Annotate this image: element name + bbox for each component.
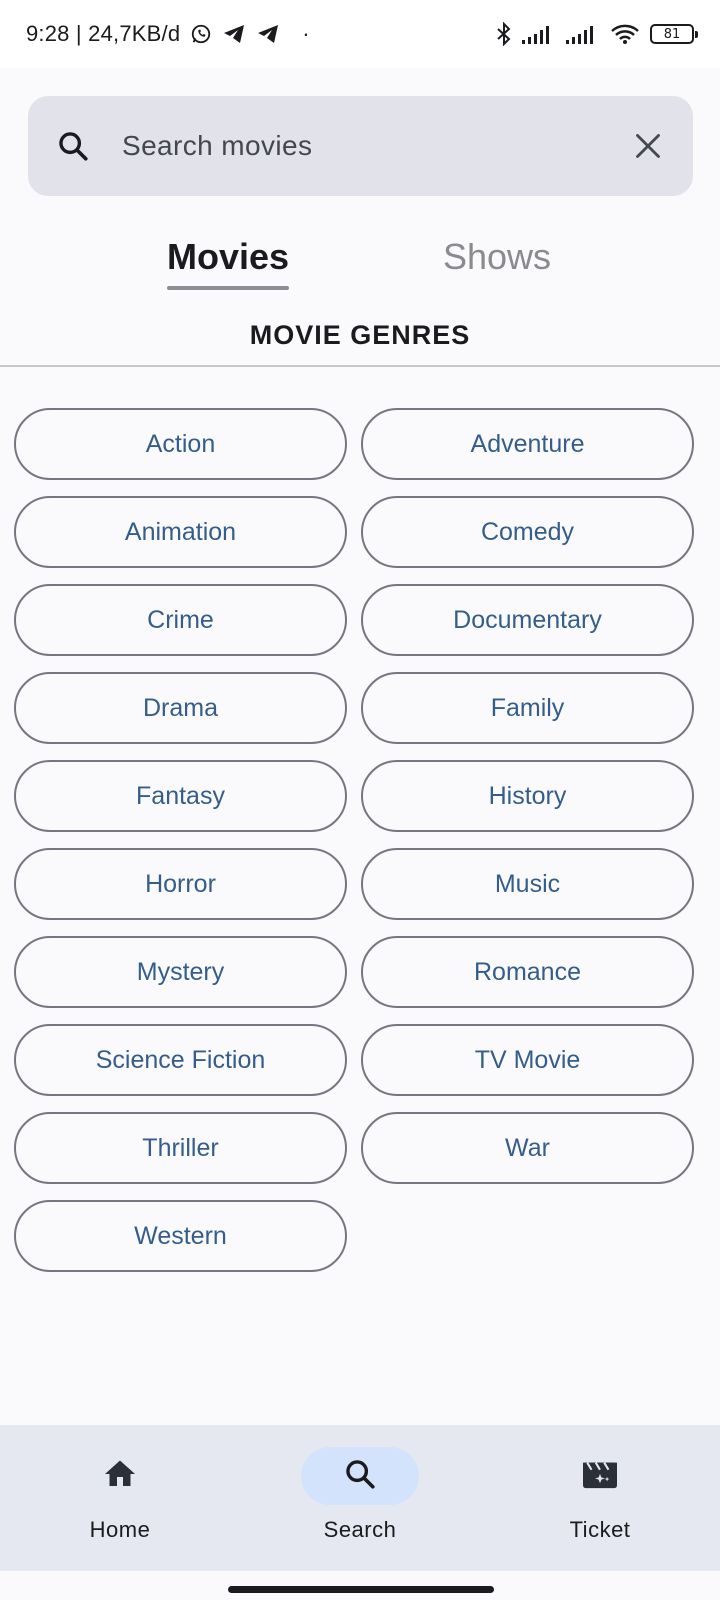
search-bar[interactable] [28,96,693,196]
genres-grid: Action Adventure Animation Comedy Crime … [14,408,694,1272]
nav-item-search[interactable]: Search [240,1425,480,1571]
status-time-info: 9:28 | 24,7KB/d [26,21,181,46]
genre-chip[interactable]: Drama [14,672,347,744]
status-left: 9:28 | 24,7KB/d · [26,21,310,47]
genre-chip[interactable]: TV Movie [361,1024,694,1096]
tab-shows[interactable]: Shows [443,236,551,278]
genre-chip[interactable]: Animation [14,496,347,568]
genre-chip[interactable]: Documentary [361,584,694,656]
telegram-icon [222,23,246,45]
home-indicator[interactable] [228,1586,494,1593]
status-dot: · [302,21,310,46]
genre-chip[interactable]: War [361,1112,694,1184]
genre-chip[interactable]: Comedy [361,496,694,568]
status-right: 81 [496,22,698,46]
nav-icon-container [301,1447,419,1505]
search-icon [54,127,92,165]
bottom-nav: Home Search Ticket [0,1425,720,1571]
search-icon [343,1457,377,1496]
nav-label-search: Search [323,1517,397,1542]
app-screen: 9:28 | 24,7KB/d · 81 Search movies Movie… [0,0,720,1600]
nav-icon-container [61,1447,179,1505]
content-tabs: Movies Shows [0,236,720,292]
genre-chip[interactable]: Action [14,408,347,480]
nav-item-ticket[interactable]: Ticket [480,1425,720,1571]
telegram-icon [256,23,280,45]
status-bar: 9:28 | 24,7KB/d · 81 [0,0,720,68]
search-input[interactable] [122,130,629,162]
wifi-icon [610,23,640,45]
nav-icon-container [541,1447,659,1505]
signal-icon [566,24,600,44]
genre-chip[interactable]: Science Fiction [14,1024,347,1096]
nav-label-home: Home [89,1517,151,1542]
genre-chip[interactable]: Horror [14,848,347,920]
close-icon[interactable] [629,127,667,165]
genre-chip[interactable]: Fantasy [14,760,347,832]
home-icon [102,1456,138,1497]
genre-chip[interactable]: History [361,760,694,832]
genre-chip[interactable]: Romance [361,936,694,1008]
genre-chip[interactable]: Thriller [14,1112,347,1184]
ticket-icon [581,1457,619,1496]
signal-icon [522,24,556,44]
genre-chip[interactable]: Family [361,672,694,744]
tab-movies[interactable]: Movies [167,236,290,290]
nav-item-home[interactable]: Home [0,1425,240,1571]
genre-chip[interactable]: Adventure [361,408,694,480]
genre-chip[interactable]: Music [361,848,694,920]
section-title: MOVIE GENRES [249,320,471,350]
genre-chip[interactable]: Crime [14,584,347,656]
whatsapp-icon [190,23,212,45]
nav-label-ticket: Ticket [569,1517,631,1542]
bluetooth-icon [496,22,512,46]
genre-chip[interactable]: Western [14,1200,347,1272]
genre-chip[interactable]: Mystery [14,936,347,1008]
battery-indicator: 81 [650,24,698,44]
divider [0,365,720,367]
